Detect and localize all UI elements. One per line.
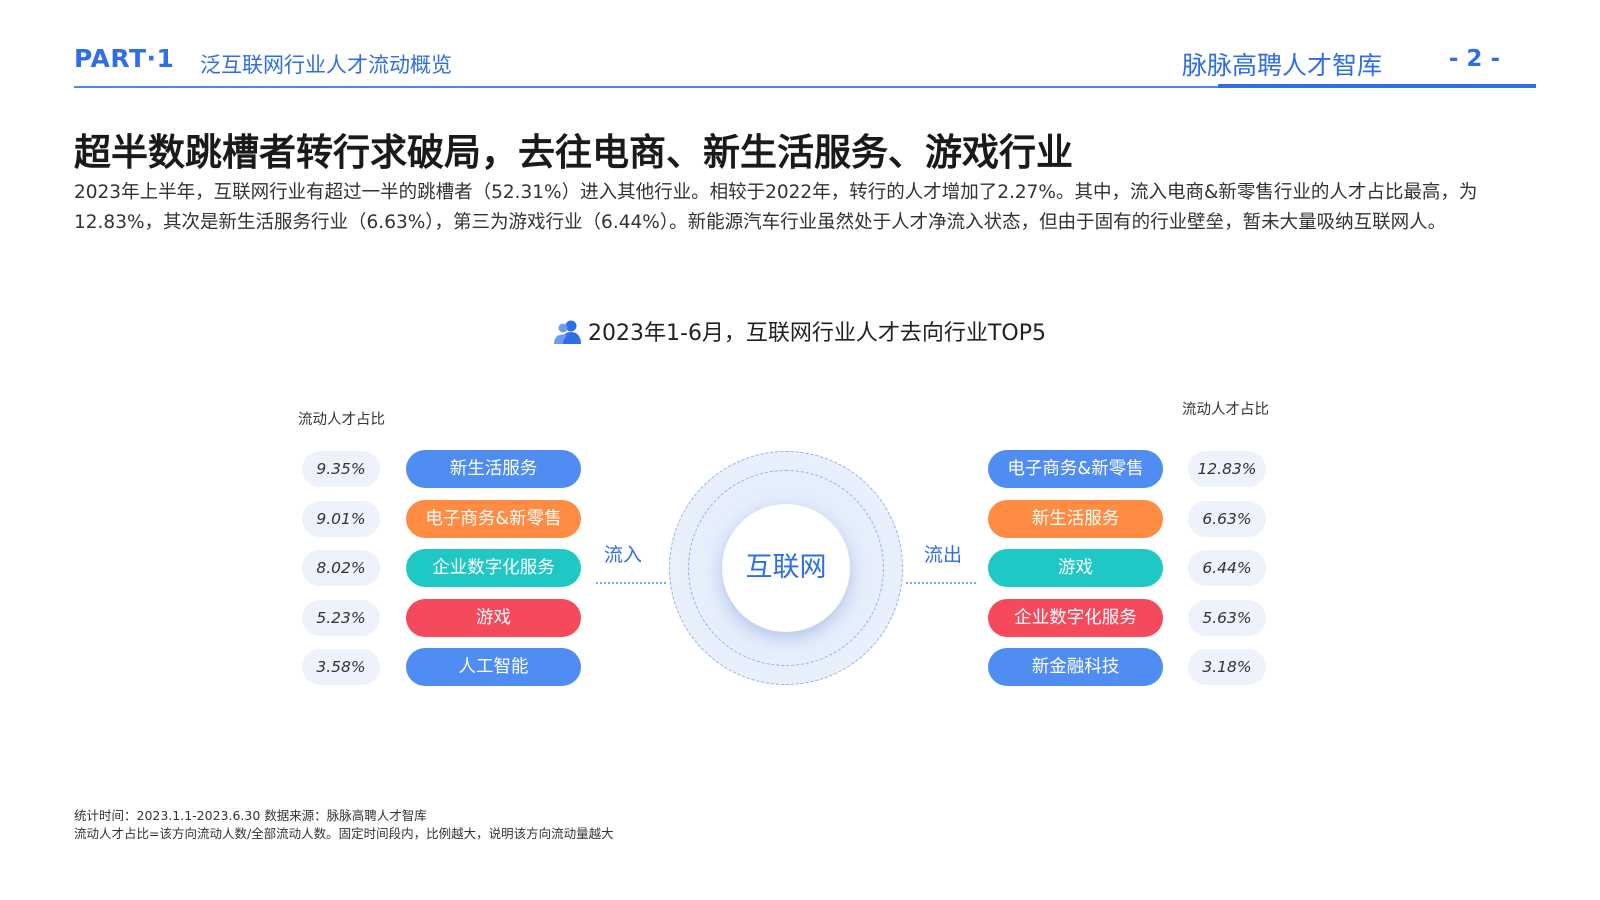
- section-title: 泛互联网行业人才流动概览: [200, 53, 452, 77]
- inflow-industry-pill: 人工智能: [406, 648, 581, 686]
- inflow-value: 5.23%: [302, 600, 380, 636]
- inflow-label: 流入: [604, 544, 643, 566]
- outflow-value: 3.18%: [1188, 649, 1266, 685]
- inflow-value: 9.35%: [302, 451, 380, 487]
- outflow-industry-pill: 游戏: [988, 549, 1163, 587]
- page-number: - 2 -: [1448, 46, 1500, 72]
- page-description: 2023年上半年，互联网行业有超过一半的跳槽者（52.31%）进入其他行业。相较…: [74, 182, 1478, 233]
- brand-name: 脉脉高聘人才智库: [1181, 51, 1382, 80]
- chart-title-text: 2023年1-6月，互联网行业人才去向行业TOP5: [588, 321, 1046, 346]
- part-label: PART·1: [74, 44, 175, 73]
- inflow-value: 3.58%: [302, 649, 380, 685]
- footer-source: 统计时间：2023.1.1-2023.6.30 数据来源：脉脉高聘人才智库: [74, 808, 427, 823]
- inflow-value: 8.02%: [302, 550, 380, 586]
- hub-center: 互联网: [722, 504, 850, 632]
- inflow-value: 9.01%: [302, 501, 380, 537]
- outflow-label: 流出: [924, 544, 963, 566]
- outflow-value: 6.63%: [1188, 501, 1266, 537]
- inflow-industry-pill: 企业数字化服务: [406, 549, 581, 587]
- page-header: PART·1 泛互联网行业人才流动概览 脉脉高聘人才智库 - 2 -: [74, 40, 1500, 88]
- outflow-industry-pill: 电子商务&新零售: [988, 450, 1163, 488]
- inflow-industry-pill: 新生活服务: [406, 450, 581, 488]
- outflow-industry-pill: 企业数字化服务: [988, 599, 1163, 637]
- outflow-industry-pill: 新金融科技: [988, 648, 1163, 686]
- outflow-value: 12.83%: [1188, 451, 1266, 487]
- outflow-value: 5.63%: [1188, 600, 1266, 636]
- outflow-value: 6.44%: [1188, 550, 1266, 586]
- page-title: 超半数跳槽者转行求破局，去往电商、新生活服务、游戏行业: [74, 131, 1073, 174]
- outflow-connector: [906, 582, 976, 584]
- chart-title: 2023年1-6月，互联网行业人才去向行业TOP5: [0, 315, 1600, 351]
- inflow-column-label: 流动人才占比: [298, 412, 385, 428]
- footer-note: 流动人才占比=该方向流动人数/全部流动人数。固定时间段内，比例越大，说明该方向流…: [74, 826, 614, 841]
- outflow-column-label: 流动人才占比: [1182, 402, 1269, 418]
- outflow-industry-pill: 新生活服务: [988, 500, 1163, 538]
- people-icon: [554, 319, 582, 351]
- inflow-industry-pill: 电子商务&新零售: [406, 500, 581, 538]
- header-divider-accent: [1218, 84, 1536, 88]
- inflow-industry-pill: 游戏: [406, 599, 581, 637]
- inflow-connector: [596, 582, 666, 584]
